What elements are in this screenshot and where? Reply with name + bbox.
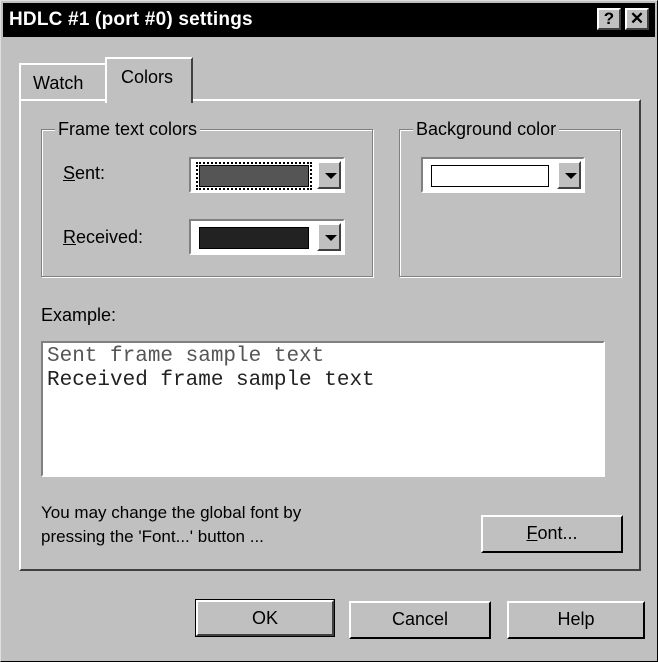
sent-label-accel: S — [63, 163, 76, 183]
tab-watch[interactable]: Watch — [19, 63, 107, 99]
received-label-accel: R — [63, 227, 76, 247]
background-color-legend: Background color — [413, 119, 560, 140]
ok-button[interactable]: OK — [195, 599, 335, 637]
background-color-group — [399, 129, 621, 277]
font-hint: You may change the global font by pressi… — [41, 501, 301, 549]
received-color-swatch — [199, 227, 309, 249]
font-button-rest: ont... — [537, 523, 578, 543]
tab-colors[interactable]: Colors — [105, 57, 193, 103]
font-button-accel: F — [526, 523, 538, 543]
chevron-down-icon[interactable] — [317, 223, 341, 251]
example-preview: Sent frame sample text Received frame sa… — [41, 341, 605, 477]
help-icon[interactable]: ? — [597, 8, 621, 30]
font-button[interactable]: Font... — [481, 515, 623, 553]
background-color-swatch — [431, 165, 549, 187]
sent-label-rest: ent: — [75, 163, 106, 183]
tab-watch-label: Watch — [33, 73, 84, 93]
example-received-text: Received frame sample text — [47, 369, 375, 392]
settings-dialog: HDLC #1 (port #0) settings ? ✕ Watch Col… — [0, 0, 658, 662]
tab-colors-label: Colors — [121, 67, 174, 87]
received-color-dropdown[interactable] — [189, 219, 345, 255]
example-label: Example: — [41, 305, 117, 325]
background-color-dropdown[interactable] — [421, 157, 585, 193]
sent-label: Sent: — [63, 163, 105, 184]
frame-text-colors-legend: Frame text colors — [55, 119, 201, 140]
close-icon[interactable]: ✕ — [625, 8, 649, 30]
title-bar: HDLC #1 (port #0) settings ? ✕ — [3, 3, 655, 37]
ok-button-label: OK — [251, 608, 278, 628]
received-label-rest: eceived: — [76, 227, 144, 247]
received-label: Received: — [63, 227, 143, 248]
example-sent-text: Sent frame sample text — [47, 345, 325, 368]
chevron-down-icon[interactable] — [557, 161, 581, 189]
window-title: HDLC #1 (port #0) settings — [9, 9, 253, 30]
font-hint-line1: You may change the global font by — [41, 503, 302, 522]
chevron-down-icon[interactable] — [317, 161, 341, 189]
help-button[interactable]: Help — [507, 601, 645, 639]
sent-color-swatch — [196, 162, 312, 190]
font-hint-line2: pressing the 'Font...' button ... — [41, 527, 264, 546]
cancel-button[interactable]: Cancel — [349, 601, 491, 639]
sent-color-dropdown[interactable] — [189, 157, 345, 193]
